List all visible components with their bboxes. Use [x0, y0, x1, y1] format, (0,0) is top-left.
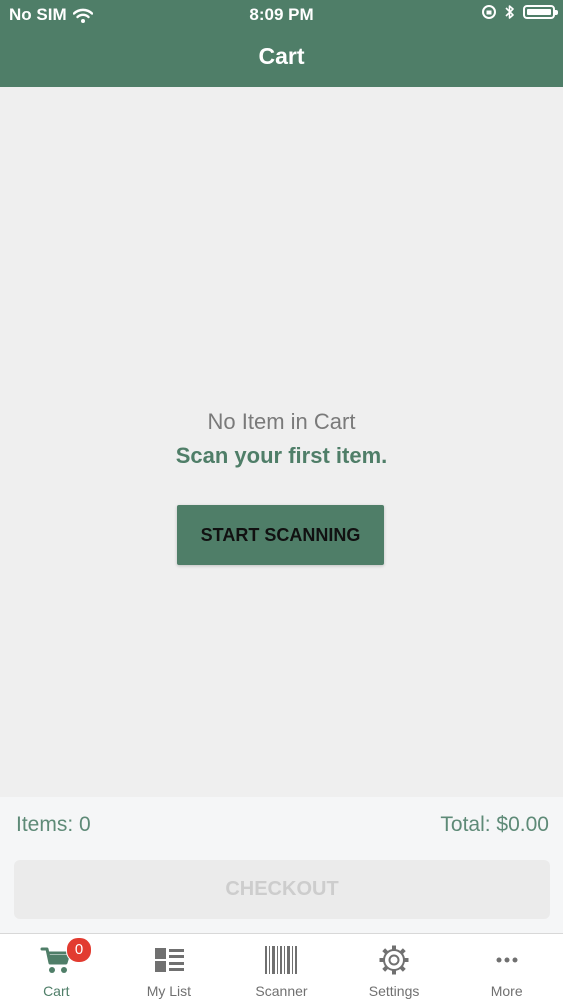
cart-content: No Item in Cart Scan your first item. ST… [0, 87, 563, 797]
checkout-button[interactable]: CHECKOUT [14, 860, 550, 919]
status-bar: No SIM 8:09 PM [0, 0, 563, 30]
tab-cart[interactable]: 0 Cart [0, 934, 113, 1001]
battery-fill [527, 9, 551, 15]
status-time: 8:09 PM [249, 5, 314, 24]
tab-scanner-label: Scanner [255, 983, 308, 999]
cart-summary: Items: 0 Total: $0.00 CHECKOUT [0, 797, 563, 933]
bluetooth-icon [505, 5, 514, 19]
battery-icon [523, 5, 558, 19]
barcode-icon [265, 946, 298, 974]
cart-count-badge: 0 [66, 937, 92, 963]
items-count: Items: 0 [16, 813, 91, 836]
tab-bar: 0 Cart My List Scanner Settings More [0, 933, 563, 1001]
tab-my-list[interactable]: My List [113, 934, 226, 1001]
tab-settings[interactable]: Settings [338, 934, 451, 1001]
tab-more[interactable]: More [450, 934, 563, 1001]
page-title: Cart [258, 43, 305, 69]
list-icon [154, 948, 184, 972]
orientation-lock-icon [482, 5, 496, 19]
tab-settings-label: Settings [368, 983, 420, 999]
cart-total: Total: $0.00 [440, 813, 549, 836]
start-scanning-button[interactable]: START SCANNING [177, 505, 384, 565]
status-indicators [481, 4, 558, 20]
gear-icon [379, 945, 409, 975]
empty-cart-subtitle: Scan your first item. [175, 443, 388, 468]
tab-more-label: More [490, 983, 523, 999]
empty-cart-title: No Item in Cart [207, 409, 356, 434]
tab-cart-label: Cart [43, 983, 70, 999]
tab-my-list-label: My List [146, 983, 192, 999]
tab-scanner[interactable]: Scanner [225, 934, 338, 1001]
more-icon [496, 957, 518, 963]
app-header: No SIM 8:09 PM Cart [0, 0, 563, 87]
